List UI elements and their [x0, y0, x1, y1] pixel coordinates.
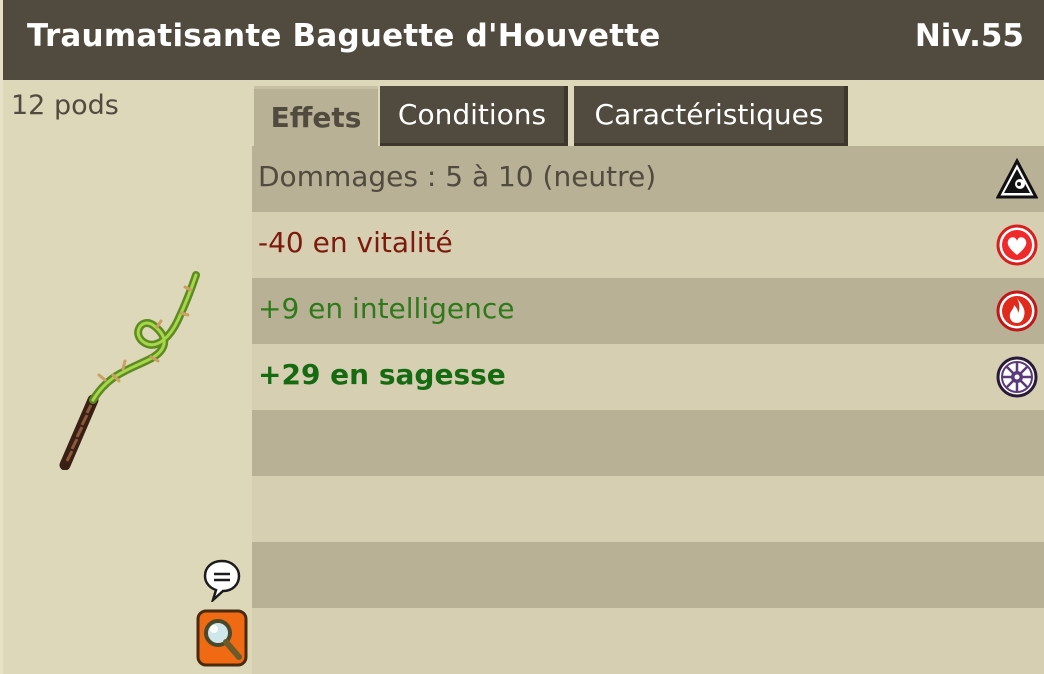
effect-row-vitality: -40 en vitalité — [252, 212, 1044, 278]
effects-list: Dommages : 5 à 10 (neutre) -40 en vitali… — [252, 146, 1044, 674]
effect-row-empty — [252, 542, 1044, 608]
effect-text: +9 en intelligence — [258, 292, 515, 325]
effect-row-empty — [252, 608, 1044, 674]
tab-caracteristiques[interactable]: Caractéristiques — [574, 86, 848, 146]
wand-image — [59, 271, 200, 470]
item-tabs: Effets Conditions Caractéristiques — [252, 80, 1044, 146]
chat-bubble-icon[interactable] — [201, 558, 243, 602]
wisdom-eye-icon — [996, 356, 1038, 398]
item-weight: 12 pods — [11, 90, 119, 121]
effect-row-empty — [252, 410, 1044, 476]
effect-text: Dommages : 5 à 10 (neutre) — [258, 160, 657, 193]
magnifier-icon[interactable] — [195, 607, 249, 669]
item-header: Traumatisante Baguette d'Houvette Niv.55 — [0, 0, 1044, 80]
vitality-heart-icon — [996, 224, 1038, 266]
effect-row-wisdom: +29 en sagesse — [252, 344, 1044, 410]
item-level: Niv.55 — [914, 18, 1024, 54]
tab-conditions[interactable]: Conditions — [380, 86, 568, 146]
effect-row-intelligence: +9 en intelligence — [252, 278, 1044, 344]
item-title: Traumatisante Baguette d'Houvette — [27, 18, 661, 54]
neutral-element-icon — [996, 158, 1038, 199]
effect-text: -40 en vitalité — [258, 226, 453, 259]
effect-row-empty — [252, 476, 1044, 542]
effect-text: +29 en sagesse — [258, 358, 506, 391]
tab-effets[interactable]: Effets — [254, 86, 378, 146]
item-preview-panel: 12 pods — [0, 80, 252, 674]
effect-row-damage: Dommages : 5 à 10 (neutre) — [252, 146, 1044, 212]
intelligence-fire-icon — [996, 290, 1038, 332]
